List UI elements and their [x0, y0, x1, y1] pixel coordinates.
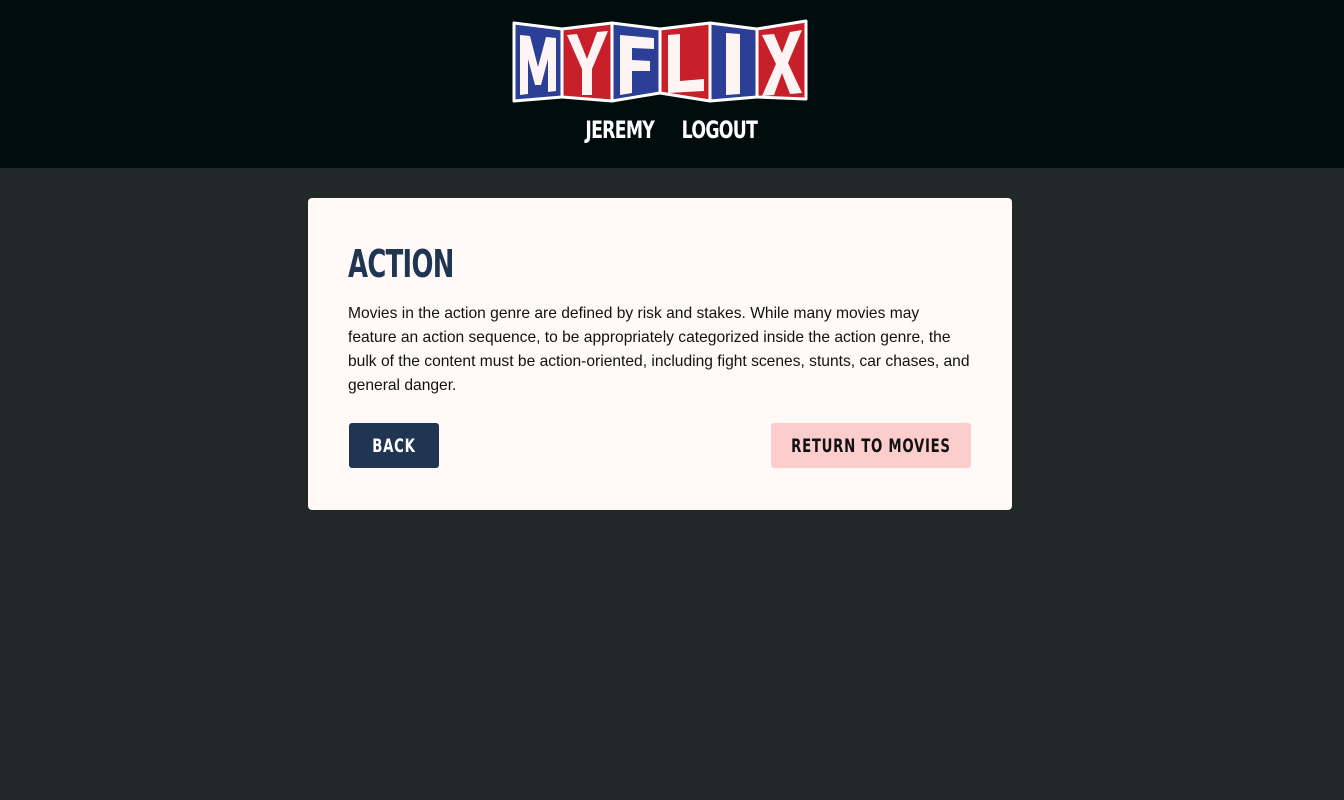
top-navbar: JEREMY LOGOUT	[0, 0, 1344, 168]
nav-logout-link[interactable]: LOGOUT	[682, 116, 758, 144]
genre-title: ACTION	[348, 242, 454, 286]
return-to-movies-button[interactable]: RETURN TO MOVIES	[771, 423, 971, 468]
back-button-label: BACK	[372, 434, 416, 457]
return-button-label: RETURN TO MOVIES	[791, 434, 951, 457]
back-button[interactable]: BACK	[349, 423, 439, 468]
genre-card: ACTION Movies in the action genre are de…	[308, 198, 1012, 510]
nav-user-link[interactable]: JEREMY	[585, 116, 654, 144]
genre-description: Movies in the action genre are defined b…	[348, 305, 970, 394]
logo-graphic	[512, 19, 808, 103]
myflix-logo[interactable]	[512, 19, 808, 103]
header-nav: JEREMY LOGOUT	[0, 116, 1344, 144]
